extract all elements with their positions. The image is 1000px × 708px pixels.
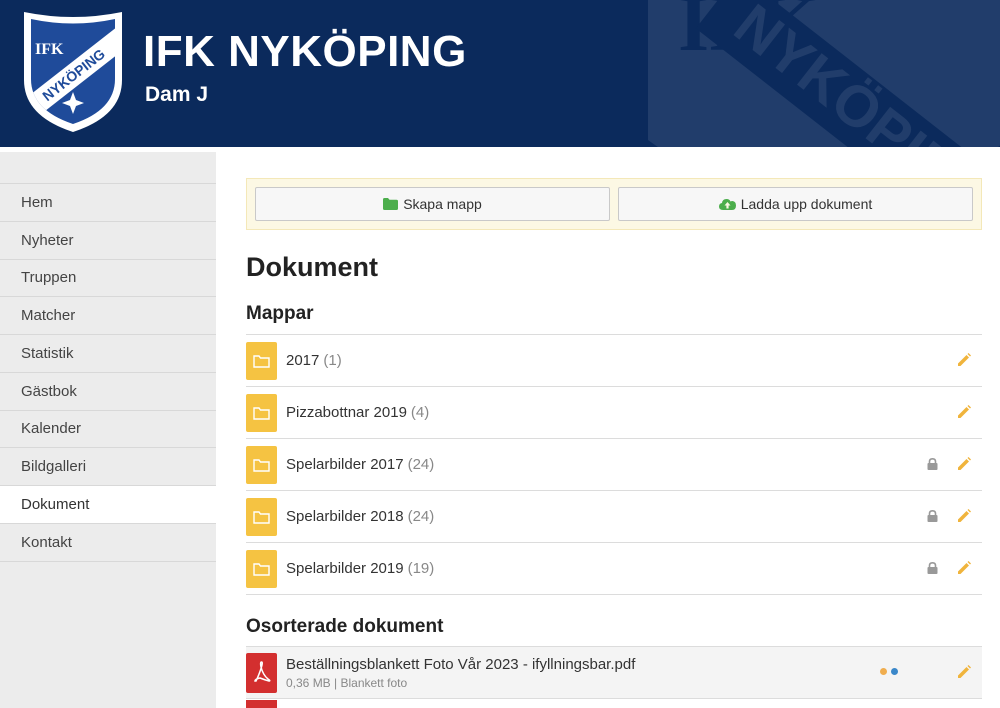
create-folder-button[interactable]: Skapa mapp [255,187,610,221]
folder-count: (24) [407,456,435,473]
folders-heading: Mappar [246,303,314,324]
cloud-upload-icon [718,199,736,210]
folder-icon [246,497,277,536]
folder-count: (1) [323,352,342,369]
folder-count: (4) [410,404,430,421]
crest-watermark-icon: IFK NYKÖPING [648,0,1000,147]
document-toolbar: Skapa mapp Ladda upp dokument [246,178,982,230]
lock-icon [927,562,938,574]
upload-document-label: Ladda upp dokument [740,196,873,212]
folder-icon [383,198,399,210]
lock-icon [927,510,938,522]
folder-icon [246,445,277,484]
document-list: Beställningsblankett Foto Vår 2023 - ify… [246,646,982,699]
unsorted-heading: Osorterade dokument [246,616,444,637]
folder-row[interactable]: Spelarbilder 2018 (24) [246,491,982,543]
status-dots [880,668,898,675]
folder-count: (24) [407,508,435,525]
folder-row[interactable]: 2017 (1) [246,335,982,387]
folder-icon [246,341,277,380]
sidebar-item-statistik[interactable]: Statistik [0,335,216,373]
next-document-row-partial [246,700,982,708]
status-dot-blue [891,668,898,675]
club-crest-icon[interactable]: NYKÖPING IFK [20,8,126,134]
folder-name[interactable]: Spelarbilder 2017 [286,456,404,473]
document-name[interactable]: Beställningsblankett Foto Vår 2023 - ify… [286,656,635,673]
sidebar-item-kontakt[interactable]: Kontakt [0,524,216,562]
sidebar-item-dokument[interactable]: Dokument [0,486,216,524]
sidebar-item-bildgalleri[interactable]: Bildgalleri [0,448,216,486]
pencil-icon[interactable] [957,665,971,679]
status-dot-orange [880,668,887,675]
folder-count: (19) [407,560,435,577]
pencil-icon[interactable] [957,353,971,367]
document-info: Beställningsblankett Foto Vår 2023 - ify… [286,656,635,690]
page-title: Dokument [246,252,379,282]
site-header: IFK NYKÖPING NYKÖPING IFK IFK NYKÖPING D… [0,0,1000,147]
folder-name[interactable]: Pizzabottnar 2019 [286,404,407,421]
folder-row[interactable]: Spelarbilder 2019 (19) [246,543,982,595]
upload-document-button[interactable]: Ladda upp dokument [618,187,973,221]
pdf-icon [246,700,277,708]
folder-row[interactable]: Pizzabottnar 2019 (4) [246,387,982,439]
pencil-icon[interactable] [957,561,971,575]
pencil-icon[interactable] [957,405,971,419]
folder-name[interactable]: 2017 [286,352,319,369]
folder-name[interactable]: Spelarbilder 2018 [286,508,404,525]
folder-icon [246,549,277,588]
club-name[interactable]: IFK NYKÖPING [143,30,467,74]
document-row[interactable]: Beställningsblankett Foto Vår 2023 - ify… [246,647,982,699]
team-name: Dam J [145,83,209,106]
sidebar-item-truppen[interactable]: Truppen [0,260,216,298]
folder-row[interactable]: Spelarbilder 2017 (24) [246,439,982,491]
folder-list: 2017 (1) Pizzabottnar 2019 (4) Spelarbil… [246,334,982,595]
svg-text:IFK: IFK [35,41,64,58]
sidebar-item-matcher[interactable]: Matcher [0,297,216,335]
pencil-icon[interactable] [957,509,971,523]
sidebar-item-hem[interactable]: Hem [0,184,216,222]
document-meta: 0,36 MB | Blankett foto [286,675,408,690]
sidebar-item-nyheter[interactable]: Nyheter [0,222,216,260]
pencil-icon[interactable] [957,457,971,471]
sidebar-nav: Hem Nyheter Truppen Matcher Statistik Gä… [0,152,216,708]
sidebar-item-kalender[interactable]: Kalender [0,411,216,449]
lock-icon [927,458,938,470]
create-folder-label: Skapa mapp [403,196,482,212]
pdf-icon [246,652,277,693]
sidebar-item-gastbok[interactable]: Gästbok [0,373,216,411]
folder-name[interactable]: Spelarbilder 2019 [286,560,404,577]
folder-icon [246,393,277,432]
